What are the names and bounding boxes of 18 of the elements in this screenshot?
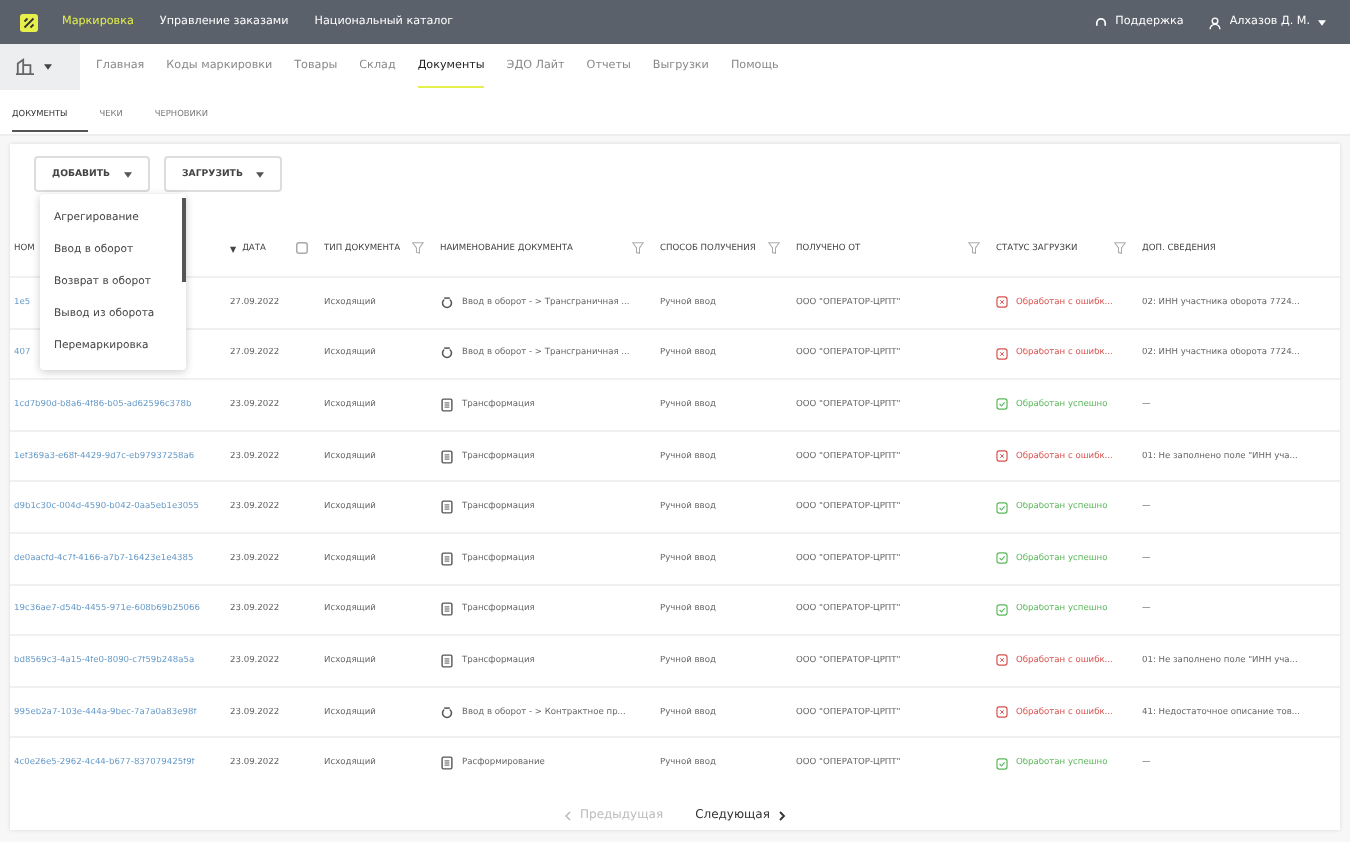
filter-icon[interactable] (968, 242, 980, 254)
chevron-right-icon (777, 809, 786, 821)
scrollbar[interactable] (182, 198, 186, 282)
caret-icon (1318, 19, 1326, 25)
filter-icon[interactable] (412, 242, 424, 254)
user-icon (1207, 15, 1222, 29)
filter-icon[interactable] (768, 242, 780, 254)
filter-icon[interactable] (632, 242, 644, 254)
building-icon (16, 58, 34, 76)
caret-icon (256, 171, 265, 177)
organization-button[interactable] (0, 44, 80, 90)
caret-icon (44, 64, 52, 70)
filter-icon[interactable] (1114, 242, 1126, 254)
logo-icon (20, 13, 38, 31)
chevron-left-icon (564, 809, 573, 821)
caret-icon (124, 171, 133, 177)
calendar-icon[interactable] (296, 242, 308, 254)
headset-icon (1093, 15, 1108, 29)
